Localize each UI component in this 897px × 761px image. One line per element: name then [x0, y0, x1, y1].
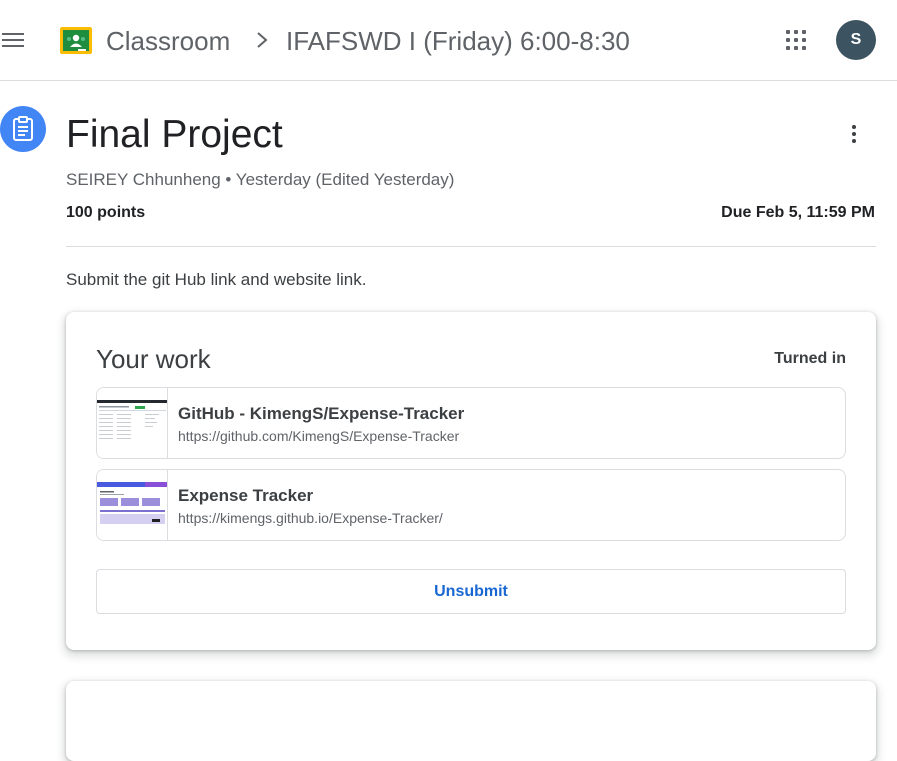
points-label: 100 points — [66, 204, 146, 221]
attachment-url: https://kimengs.github.io/Expense-Tracke… — [178, 510, 443, 526]
unsubmit-button[interactable]: Unsubmit — [96, 569, 846, 614]
assignment-meta: SEIREY Chhunheng • Yesterday (Edited Yes… — [66, 170, 454, 190]
due-date: Due Feb 5, 11:59 PM — [721, 204, 875, 221]
attachment-title[interactable]: Expense Tracker — [178, 486, 313, 506]
submission-status: Turned in — [774, 350, 846, 367]
assignment-clipboard-icon — [0, 106, 46, 152]
your-work-card: Your work Turned in GitHub - KimengS/Exp… — [66, 312, 876, 650]
assignment-title: Final Project — [66, 113, 283, 156]
your-work-title: Your work — [96, 344, 211, 374]
website-thumbnail — [97, 470, 168, 540]
more-vert-icon[interactable] — [842, 122, 866, 146]
top-app-bar: Classroom IFAFSWD I (Friday) 6:00-8:30 S — [0, 0, 897, 81]
private-comments-card — [66, 681, 876, 761]
posted-date: Yesterday (Edited Yesterday) — [235, 170, 455, 189]
app-title[interactable]: Classroom — [106, 26, 230, 57]
attachment-website-link[interactable]: Expense Tracker https://kimengs.github.i… — [96, 469, 846, 541]
divider — [66, 246, 876, 247]
chevron-right-icon — [257, 32, 268, 48]
hamburger-menu-icon[interactable] — [0, 28, 26, 52]
account-avatar[interactable]: S — [836, 20, 876, 60]
attachment-url: https://github.com/KimengS/Expense-Track… — [178, 428, 460, 444]
apps-grid-icon[interactable] — [784, 28, 808, 52]
classroom-logo-icon[interactable] — [60, 27, 92, 54]
meta-separator: • — [225, 170, 232, 189]
class-name-breadcrumb[interactable]: IFAFSWD I (Friday) 6:00-8:30 — [286, 26, 630, 57]
author-name: SEIREY Chhunheng — [66, 170, 221, 189]
attachment-github-link[interactable]: GitHub - KimengS/Expense-Tracker https:/… — [96, 387, 846, 459]
attachment-title[interactable]: GitHub - KimengS/Expense-Tracker — [178, 404, 464, 424]
github-thumbnail — [97, 388, 168, 458]
assignment-instructions: Submit the git Hub link and website link… — [66, 270, 367, 289]
